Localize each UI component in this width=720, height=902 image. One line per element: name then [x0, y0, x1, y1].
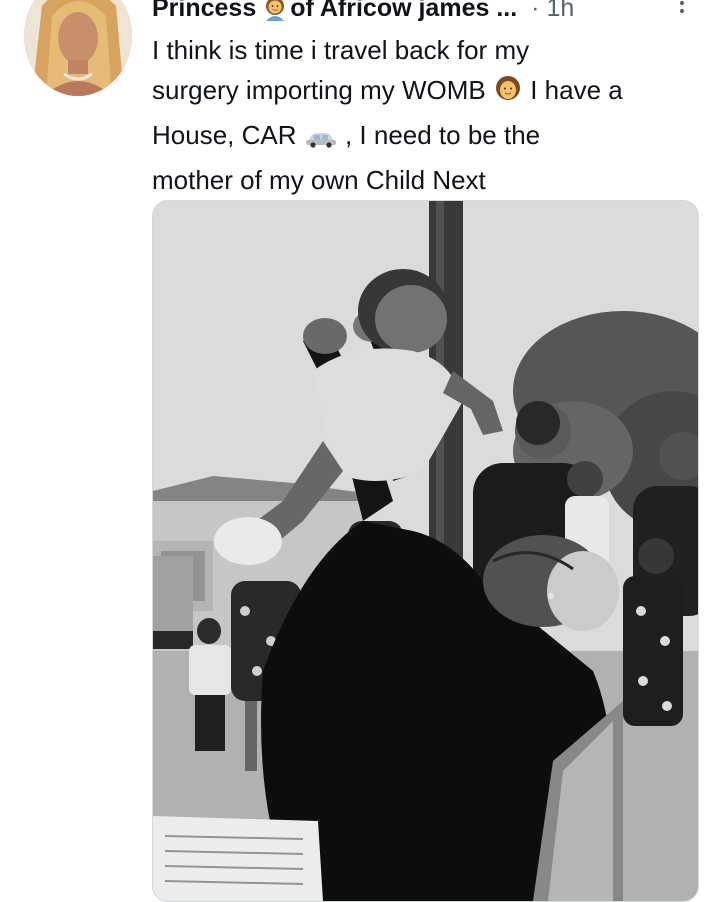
tweet-text-line: House, CAR , I need to be the — [152, 115, 712, 160]
tweet-photo[interactable] — [152, 200, 699, 902]
woman-icon — [493, 74, 523, 115]
tweet-text-segment: I have a — [530, 75, 623, 105]
car-icon — [304, 120, 338, 160]
more-vertical-icon[interactable] — [672, 0, 692, 20]
author-name-rest[interactable]: of Africow james ... — [290, 0, 517, 23]
author-name-first[interactable]: Princess — [152, 0, 256, 23]
tweet-text-line: surgery importing my WOMB I have a — [152, 70, 712, 115]
tweet-text: I think is time i travel back for my sur… — [152, 30, 712, 200]
woman-icon — [262, 0, 288, 21]
tweet-text-line: I think is time i travel back for my — [152, 35, 530, 65]
tweet-text-segment: House, CAR — [152, 120, 297, 150]
tweet-text-segment: surgery importing my WOMB — [152, 75, 486, 105]
tweet-text-segment: , I need to be the — [344, 120, 541, 150]
meta-separator: · — [531, 0, 540, 22]
tweet-text-line: mother of my own Child Next — [152, 165, 486, 195]
tweet-meta: · 1h — [531, 0, 574, 23]
timestamp[interactable]: 1h — [546, 0, 574, 22]
tweet-card[interactable]: Princess of Africow james ... · 1h I thi… — [0, 0, 720, 902]
tweet-header: Princess of Africow james ... · 1h — [152, 0, 574, 24]
avatar[interactable] — [24, 0, 132, 96]
photo-scene — [153, 201, 698, 901]
